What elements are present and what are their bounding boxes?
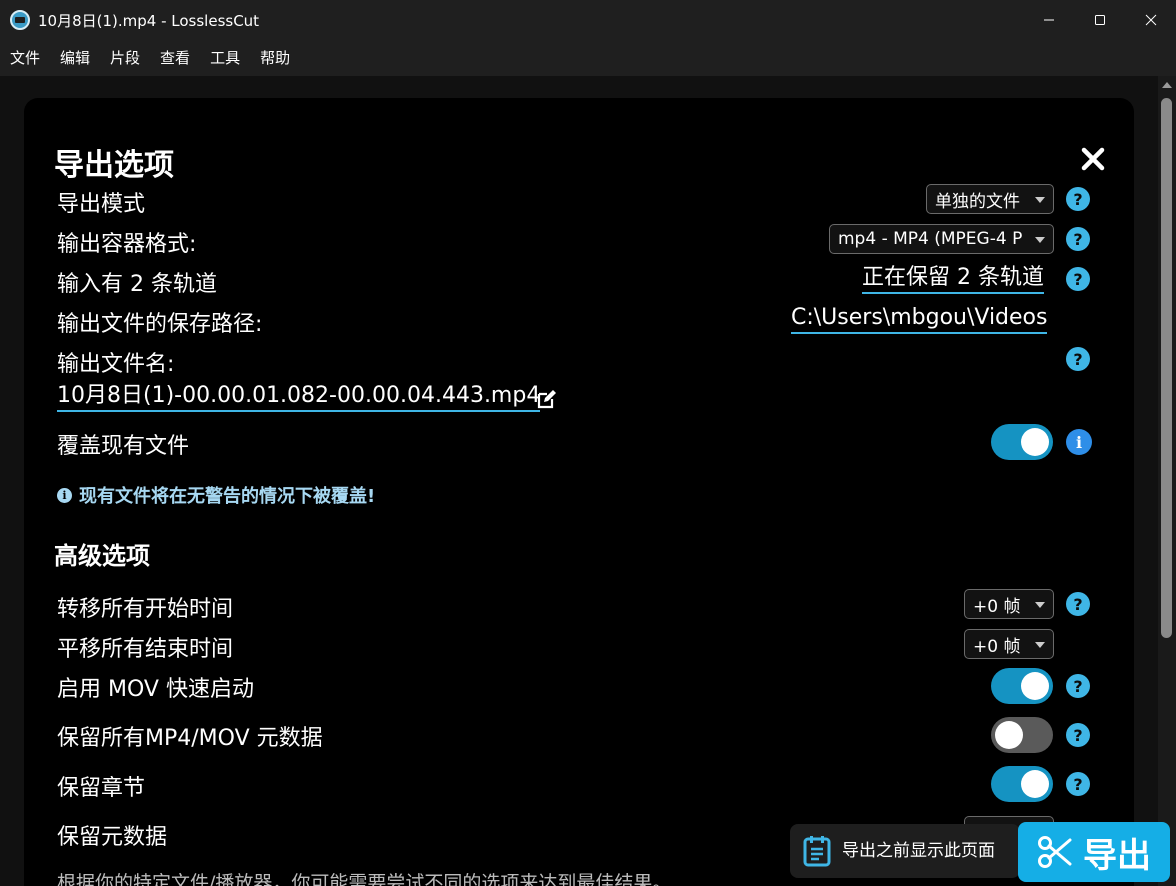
show-before-export-toggle[interactable]: 导出之前显示此页面 <box>790 824 1020 878</box>
info-icon: i <box>57 487 72 503</box>
menu-file[interactable]: 文件 <box>0 40 50 76</box>
app-logo-icon <box>10 10 30 30</box>
export-options-dialog: 导出选项 导出模式 单独的文件 ? 输出容器格式: mp4 - MP4 (MPE… <box>24 98 1134 886</box>
chevron-down-icon <box>1035 642 1045 648</box>
menu-view[interactable]: 查看 <box>150 40 200 76</box>
overwrite-warning: i 现有文件将在无警告的情况下被覆盖! <box>57 482 375 508</box>
preserve-chapters-label: 保留章节 <box>57 776 146 801</box>
menu-edit[interactable]: 编辑 <box>50 40 100 76</box>
close-icon <box>1145 14 1156 26</box>
export-button[interactable]: 导出 <box>1018 822 1170 882</box>
help-icon[interactable]: ? <box>1066 227 1090 251</box>
menu-help[interactable]: 帮助 <box>250 40 300 76</box>
help-icon[interactable]: ? <box>1066 772 1090 796</box>
container-format-value: mp4 - MP4 (MPEG-4 P <box>838 229 1023 249</box>
help-icon[interactable]: ? <box>1066 187 1090 211</box>
preserve-chapters-toggle[interactable] <box>991 766 1053 802</box>
preserve-metadata-label: 保留元数据 <box>57 825 168 850</box>
menu-tools[interactable]: 工具 <box>200 40 250 76</box>
maximize-button[interactable] <box>1074 0 1125 40</box>
chevron-down-icon <box>1035 197 1045 203</box>
shift-start-value: +0 帧 <box>973 596 1021 617</box>
overwrite-toggle[interactable] <box>991 424 1053 460</box>
export-mode-label: 导出模式 <box>57 192 146 217</box>
window-title: 10月8日(1).mp4 - LosslessCut <box>38 11 260 30</box>
shift-end-label: 平移所有结束时间 <box>57 637 234 662</box>
preserve-mp4-meta-label: 保留所有MP4/MOV 元数据 <box>57 726 323 751</box>
menu-segments[interactable]: 片段 <box>100 40 150 76</box>
scissors-icon <box>1038 836 1072 868</box>
info-icon[interactable]: i <box>1066 429 1092 455</box>
overwrite-label: 覆盖现有文件 <box>57 434 190 459</box>
window-controls <box>1023 0 1176 40</box>
help-icon[interactable]: ? <box>1066 592 1090 616</box>
export-button-label: 导出 <box>1083 835 1151 876</box>
shift-start-select[interactable]: +0 帧 <box>964 589 1054 619</box>
scrollbar[interactable] <box>1158 76 1176 886</box>
save-path-label: 输出文件的保存路径: <box>57 312 263 337</box>
close-icon <box>1081 147 1105 171</box>
maximize-icon <box>1094 15 1105 25</box>
chevron-down-icon <box>1035 602 1045 608</box>
file-name-label: 输出文件名: <box>57 352 175 377</box>
save-path-link[interactable]: C:\Users\mbgou\Videos <box>791 304 1048 334</box>
edit-icon[interactable] <box>536 388 558 410</box>
help-icon[interactable]: ? <box>1066 267 1090 291</box>
container-format-label: 输出容器格式: <box>57 232 197 257</box>
help-icon[interactable]: ? <box>1066 723 1090 747</box>
scroll-thumb[interactable] <box>1161 98 1172 638</box>
chevron-down-icon <box>1035 237 1045 243</box>
export-mode-value: 单独的文件 <box>935 191 1020 212</box>
help-icon[interactable]: ? <box>1066 347 1090 371</box>
shift-end-value: +0 帧 <box>973 636 1021 657</box>
scroll-up-arrow-icon[interactable] <box>1162 82 1172 88</box>
preserve-mp4-meta-toggle[interactable] <box>991 717 1053 753</box>
advanced-section-title: 高级选项 <box>54 542 150 570</box>
mov-faststart-label: 启用 MOV 快速启动 <box>57 677 254 702</box>
content-area: 导出选项 导出模式 单独的文件 ? 输出容器格式: mp4 - MP4 (MPE… <box>0 76 1158 886</box>
help-icon[interactable]: ? <box>1066 674 1090 698</box>
dialog-close-button[interactable] <box>1080 146 1106 172</box>
dialog-title: 导出选项 <box>54 148 174 183</box>
file-name-link[interactable]: 10月8日(1)-00.00.01.082-00.00.04.443.mp4 <box>57 382 541 412</box>
tracks-link[interactable]: 正在保留 2 条轨道 <box>862 264 1044 294</box>
overwrite-warning-text: 现有文件将在无警告的情况下被覆盖! <box>79 486 376 507</box>
export-mode-select[interactable]: 单独的文件 <box>926 184 1054 214</box>
checklist-icon <box>803 836 831 867</box>
mov-faststart-toggle[interactable] <box>991 668 1053 704</box>
shift-start-label: 转移所有开始时间 <box>57 597 234 622</box>
footer-hint: 根据你的特定文件/播放器，你可能需要尝试不同的选项来达到最佳结果。 <box>57 872 672 886</box>
tracks-label: 输入有 2 条轨道 <box>57 272 217 297</box>
container-format-select[interactable]: mp4 - MP4 (MPEG-4 P <box>829 224 1054 254</box>
menu-bar: 文件 编辑 片段 查看 工具 帮助 <box>0 40 1176 76</box>
show-before-export-label: 导出之前显示此页面 <box>842 841 995 861</box>
title-bar: 10月8日(1).mp4 - LosslessCut <box>0 0 1176 40</box>
minimize-button[interactable] <box>1023 0 1074 40</box>
window-close-button[interactable] <box>1125 0 1176 40</box>
shift-end-select[interactable]: +0 帧 <box>964 629 1054 659</box>
minimize-icon <box>1043 19 1054 21</box>
